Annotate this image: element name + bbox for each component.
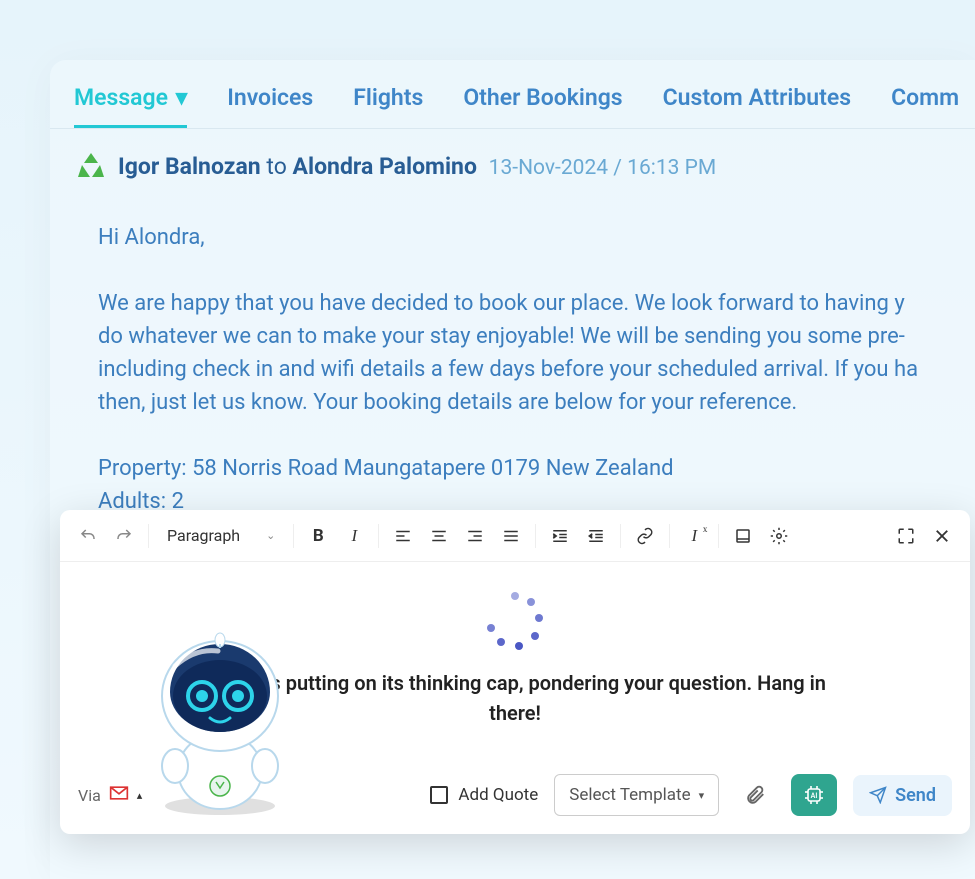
ai-chip-icon: AI — [802, 783, 826, 807]
ai-generate-button[interactable]: AI — [791, 774, 837, 816]
align-left-button[interactable] — [387, 520, 419, 552]
align-center-button[interactable] — [423, 520, 455, 552]
tab-message[interactable]: Message ▾ — [74, 84, 187, 128]
loading-spinner-icon — [485, 592, 545, 652]
italic-button[interactable]: I — [338, 520, 370, 552]
undo-button[interactable] — [72, 520, 104, 552]
indent-button[interactable] — [544, 520, 576, 552]
separator — [620, 524, 621, 548]
greeting: Hi Alondra, — [98, 225, 205, 250]
chevron-down-icon: ⌄ — [266, 529, 275, 542]
fullscreen-button[interactable] — [890, 520, 922, 552]
sender-name: Igor Balnozan — [118, 153, 261, 180]
via-channel-select[interactable]: Via ▴ — [78, 785, 142, 805]
clear-format-button[interactable]: Ix — [678, 520, 710, 552]
close-button[interactable] — [926, 520, 958, 552]
body-text: We are happy that you have decided to bo… — [98, 291, 918, 415]
via-label: Via — [78, 786, 101, 805]
style-label: Paragraph — [167, 526, 240, 545]
brand-logo-icon — [76, 151, 106, 181]
separator — [378, 524, 379, 548]
svg-text:AI: AI — [811, 792, 818, 800]
send-icon — [869, 786, 887, 804]
separator — [148, 524, 149, 548]
tab-label: Message — [74, 84, 168, 111]
tab-custom-attributes[interactable]: Custom Attributes — [663, 84, 851, 128]
tab-invoices[interactable]: Invoices — [227, 84, 313, 128]
source-button[interactable] — [727, 520, 759, 552]
attach-button[interactable] — [735, 775, 775, 815]
tab-comments[interactable]: Comm — [891, 84, 959, 128]
send-label: Send — [895, 785, 936, 806]
send-button[interactable]: Send — [853, 775, 952, 816]
checkbox-icon — [430, 786, 448, 804]
envelope-icon — [109, 785, 129, 805]
link-button[interactable] — [629, 520, 661, 552]
tab-flights[interactable]: Flights — [353, 84, 423, 128]
align-right-button[interactable] — [459, 520, 491, 552]
add-quote-label: Add Quote — [458, 785, 538, 805]
message-header-text: Igor Balnozan to Alondra Palomino 13-Nov… — [118, 153, 716, 180]
select-template-dropdown[interactable]: Select Template ▾ — [554, 774, 719, 816]
editor-toolbar: Paragraph ⌄ B I Ix — [60, 510, 970, 562]
to-label: to — [266, 153, 286, 180]
paragraph-style-select[interactable]: Paragraph ⌄ — [157, 520, 285, 552]
align-justify-button[interactable] — [495, 520, 527, 552]
paperclip-icon — [744, 784, 766, 806]
separator — [535, 524, 536, 548]
separator — [669, 524, 670, 548]
tab-other-bookings[interactable]: Other Bookings — [463, 84, 622, 128]
settings-button[interactable] — [763, 520, 795, 552]
redo-button[interactable] — [108, 520, 140, 552]
separator — [293, 524, 294, 548]
tab-bar: Message ▾ Invoices Flights Other Booking… — [50, 74, 975, 129]
message-header: Igor Balnozan to Alondra Palomino 13-Nov… — [50, 129, 975, 181]
template-label: Select Template — [569, 785, 690, 805]
chevron-down-icon: ▾ — [176, 84, 188, 111]
add-quote-checkbox[interactable]: Add Quote — [430, 785, 538, 805]
message-timestamp: 13-Nov-2024 / 16:13 PM — [489, 156, 717, 180]
separator — [718, 524, 719, 548]
message-body: Hi Alondra, We are happy that you have d… — [50, 181, 975, 518]
robot-mascot-icon — [140, 626, 300, 816]
property-line: Property: 58 Norris Road Maungatapere 01… — [98, 456, 674, 481]
caret-down-icon: ▾ — [699, 789, 705, 802]
outdent-button[interactable] — [580, 520, 612, 552]
recipient-name: Alondra Palomino — [293, 153, 477, 180]
bold-button[interactable]: B — [302, 520, 334, 552]
